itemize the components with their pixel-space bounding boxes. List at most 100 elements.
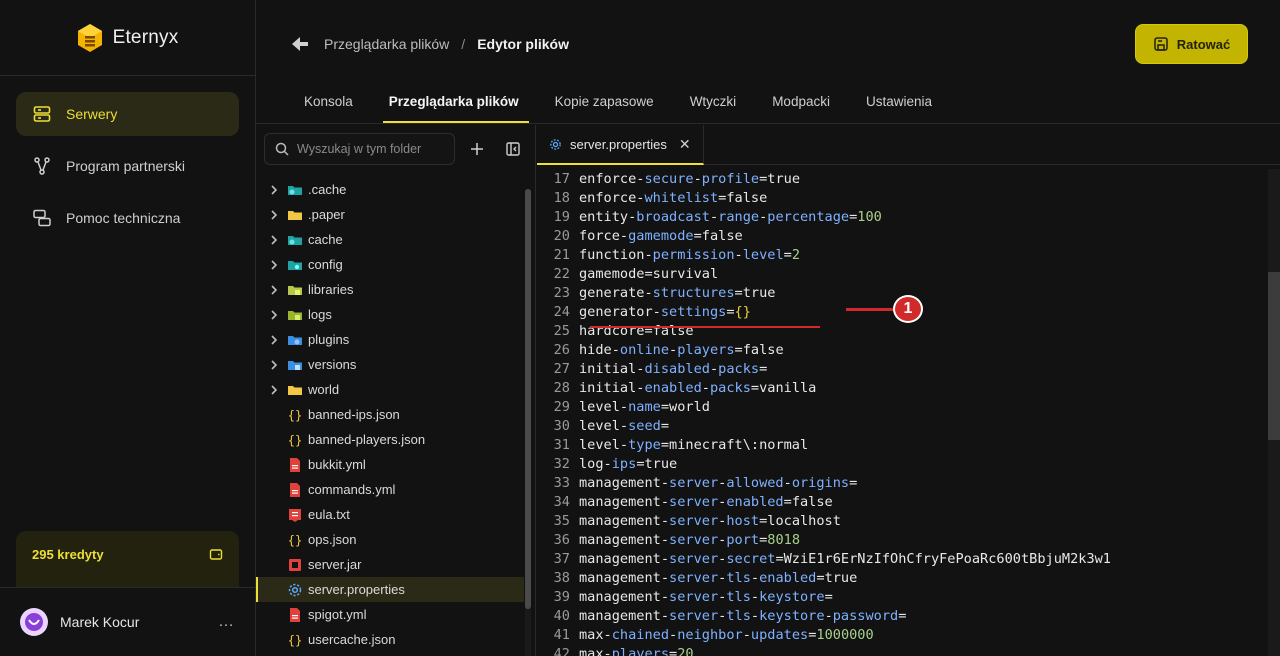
sidebar-item-support[interactable]: Pomoc techniczna	[16, 196, 239, 240]
line-number: 33	[553, 474, 570, 491]
line-number: 34	[553, 493, 570, 510]
code-line[interactable]: 31 level-type=minecraft\:normal	[537, 435, 1267, 454]
file-row[interactable]: server.jar	[256, 552, 524, 577]
code-line[interactable]: 37 management-server-secret=WziE1r6ErNzIf…	[537, 549, 1267, 568]
file-name: world	[308, 382, 340, 397]
file-list-scrollbar[interactable]	[525, 189, 531, 656]
chevron-right-icon[interactable]	[266, 382, 282, 398]
file-name: commands.yml	[308, 482, 396, 497]
editor-tab-active[interactable]: server.properties ✕	[537, 125, 704, 165]
tab-plugins[interactable]: Wtyczki	[672, 82, 755, 123]
folder-row[interactable]: plugins	[256, 327, 524, 352]
file-row[interactable]: commands.yml	[256, 477, 524, 502]
more-options-icon[interactable]: …	[218, 613, 235, 631]
file-list: .cache .paper cache config libraries logs plug…	[256, 177, 524, 652]
code-line[interactable]: 29 level-name=world	[537, 397, 1267, 416]
gear-icon	[286, 582, 304, 598]
folder-row[interactable]: world	[256, 377, 524, 402]
chevron-right-icon[interactable]	[266, 282, 282, 298]
tab-backups[interactable]: Kopie zapasowe	[537, 82, 672, 123]
folder-row[interactable]: libraries	[256, 277, 524, 302]
chevron-right-icon[interactable]	[266, 182, 282, 198]
folder-row[interactable]: versions	[256, 352, 524, 377]
file-row[interactable]: {} usercache.json	[256, 627, 524, 652]
folder-row[interactable]: .cache	[256, 177, 524, 202]
file-browser: Wyszukaj w tym folder .cache .paper cache c…	[256, 125, 536, 656]
breadcrumb-parent[interactable]: Przeglądarka plików	[324, 36, 449, 52]
line-text: max-players=20	[579, 645, 694, 656]
file-row[interactable]: bukkit.yml	[256, 452, 524, 477]
folder-row[interactable]: logs	[256, 302, 524, 327]
code-line[interactable]: 21 function-permission-level=2	[537, 245, 1267, 264]
scrollbar-thumb[interactable]	[525, 189, 531, 609]
file-row[interactable]: server.properties	[256, 577, 524, 602]
code-area[interactable]: 17 enforce-secure-profile=true 18 enforce-w…	[537, 169, 1267, 656]
code-line[interactable]: 35 management-server-host=localhost	[537, 511, 1267, 530]
code-line[interactable]: 33 management-server-allowed-origins=	[537, 473, 1267, 492]
folder-lib-icon	[286, 282, 304, 298]
folder-cache-icon	[286, 232, 304, 248]
file-name: logs	[308, 307, 332, 322]
code-line[interactable]: 32 log-ips=true	[537, 454, 1267, 473]
line-number: 32	[553, 455, 570, 472]
add-file-button[interactable]	[463, 135, 491, 163]
code-line[interactable]: 38 management-server-tls-enabled=true	[537, 568, 1267, 587]
chevron-right-icon[interactable]	[266, 357, 282, 373]
chevron-right-icon[interactable]	[266, 207, 282, 223]
toggle-panel-button[interactable]	[499, 135, 527, 163]
code-line[interactable]: 36 management-server-port=8018	[537, 530, 1267, 549]
code-line[interactable]: 40 management-server-tls-keystore-passwor…	[537, 606, 1267, 625]
code-line[interactable]: 17 enforce-secure-profile=true	[537, 169, 1267, 188]
folder-row[interactable]: .paper	[256, 202, 524, 227]
folder-logs-icon	[286, 307, 304, 323]
tab-settings[interactable]: Ustawienia	[848, 82, 950, 123]
code-line[interactable]: 25 hardcore=false	[537, 321, 1267, 340]
file-row[interactable]: eula.txt	[256, 502, 524, 527]
code-line[interactable]: 20 force-gamemode=false	[537, 226, 1267, 245]
code-line[interactable]: 42 max-players=20	[537, 644, 1267, 656]
file-name: versions	[308, 357, 357, 372]
support-chat-icon	[33, 209, 51, 227]
chevron-right-icon[interactable]	[266, 232, 282, 248]
code-line[interactable]: 27 initial-disabled-packs=	[537, 359, 1267, 378]
code-line[interactable]: 22 gamemode=survival	[537, 264, 1267, 283]
chevron-right-icon[interactable]	[266, 307, 282, 323]
save-button[interactable]: Ratować	[1135, 24, 1248, 64]
chevron-right-icon[interactable]	[266, 257, 282, 273]
avatar-icon	[25, 613, 43, 631]
scrollbar-thumb[interactable]	[1268, 272, 1280, 440]
file-row[interactable]: {} banned-players.json	[256, 427, 524, 452]
brand[interactable]: Eternyx	[0, 0, 255, 76]
credits-card[interactable]: 295 kredyty	[16, 531, 239, 587]
code-line[interactable]: 41 max-chained-neighbor-updates=1000000	[537, 625, 1267, 644]
search-input[interactable]: Wyszukaj w tym folder	[264, 133, 455, 165]
back-arrow-icon[interactable]	[288, 32, 312, 56]
svg-text:{}: {}	[288, 533, 302, 547]
user-profile[interactable]: Marek Kocur …	[0, 587, 255, 656]
code-line[interactable]: 39 management-server-tls-keystore=	[537, 587, 1267, 606]
code-line[interactable]: 26 hide-online-players=false	[537, 340, 1267, 359]
tab-file-browser[interactable]: Przeglądarka plików	[371, 82, 537, 123]
file-row[interactable]: spigot.yml	[256, 602, 524, 627]
editor-scrollbar[interactable]	[1268, 169, 1280, 656]
code-line[interactable]: 18 enforce-whitelist=false	[537, 188, 1267, 207]
line-text: entity-broadcast-range-percentage=100	[579, 208, 882, 225]
file-row[interactable]: {} banned-ips.json	[256, 402, 524, 427]
code-line[interactable]: 19 entity-broadcast-range-percentage=100	[537, 207, 1267, 226]
chevron-right-icon[interactable]	[266, 332, 282, 348]
folder-row[interactable]: config	[256, 252, 524, 277]
sidebar-item-partner-program[interactable]: Program partnerski	[16, 144, 239, 188]
folder-row[interactable]: cache	[256, 227, 524, 252]
gear-icon	[550, 138, 561, 150]
sidebar-item-servers[interactable]: Serwery	[16, 92, 239, 136]
tab-console[interactable]: Konsola	[286, 82, 371, 123]
line-text: management-server-enabled=false	[579, 493, 833, 510]
file-row[interactable]: {} ops.json	[256, 527, 524, 552]
code-line[interactable]: 28 initial-enabled-packs=vanilla	[537, 378, 1267, 397]
code-line[interactable]: 34 management-server-enabled=false	[537, 492, 1267, 511]
code-line[interactable]: 30 level-seed=	[537, 416, 1267, 435]
tab-modpacks[interactable]: Modpacki	[754, 82, 848, 123]
line-text: initial-disabled-packs=	[579, 360, 768, 377]
line-number: 38	[553, 569, 570, 586]
close-icon[interactable]: ✕	[679, 136, 691, 153]
